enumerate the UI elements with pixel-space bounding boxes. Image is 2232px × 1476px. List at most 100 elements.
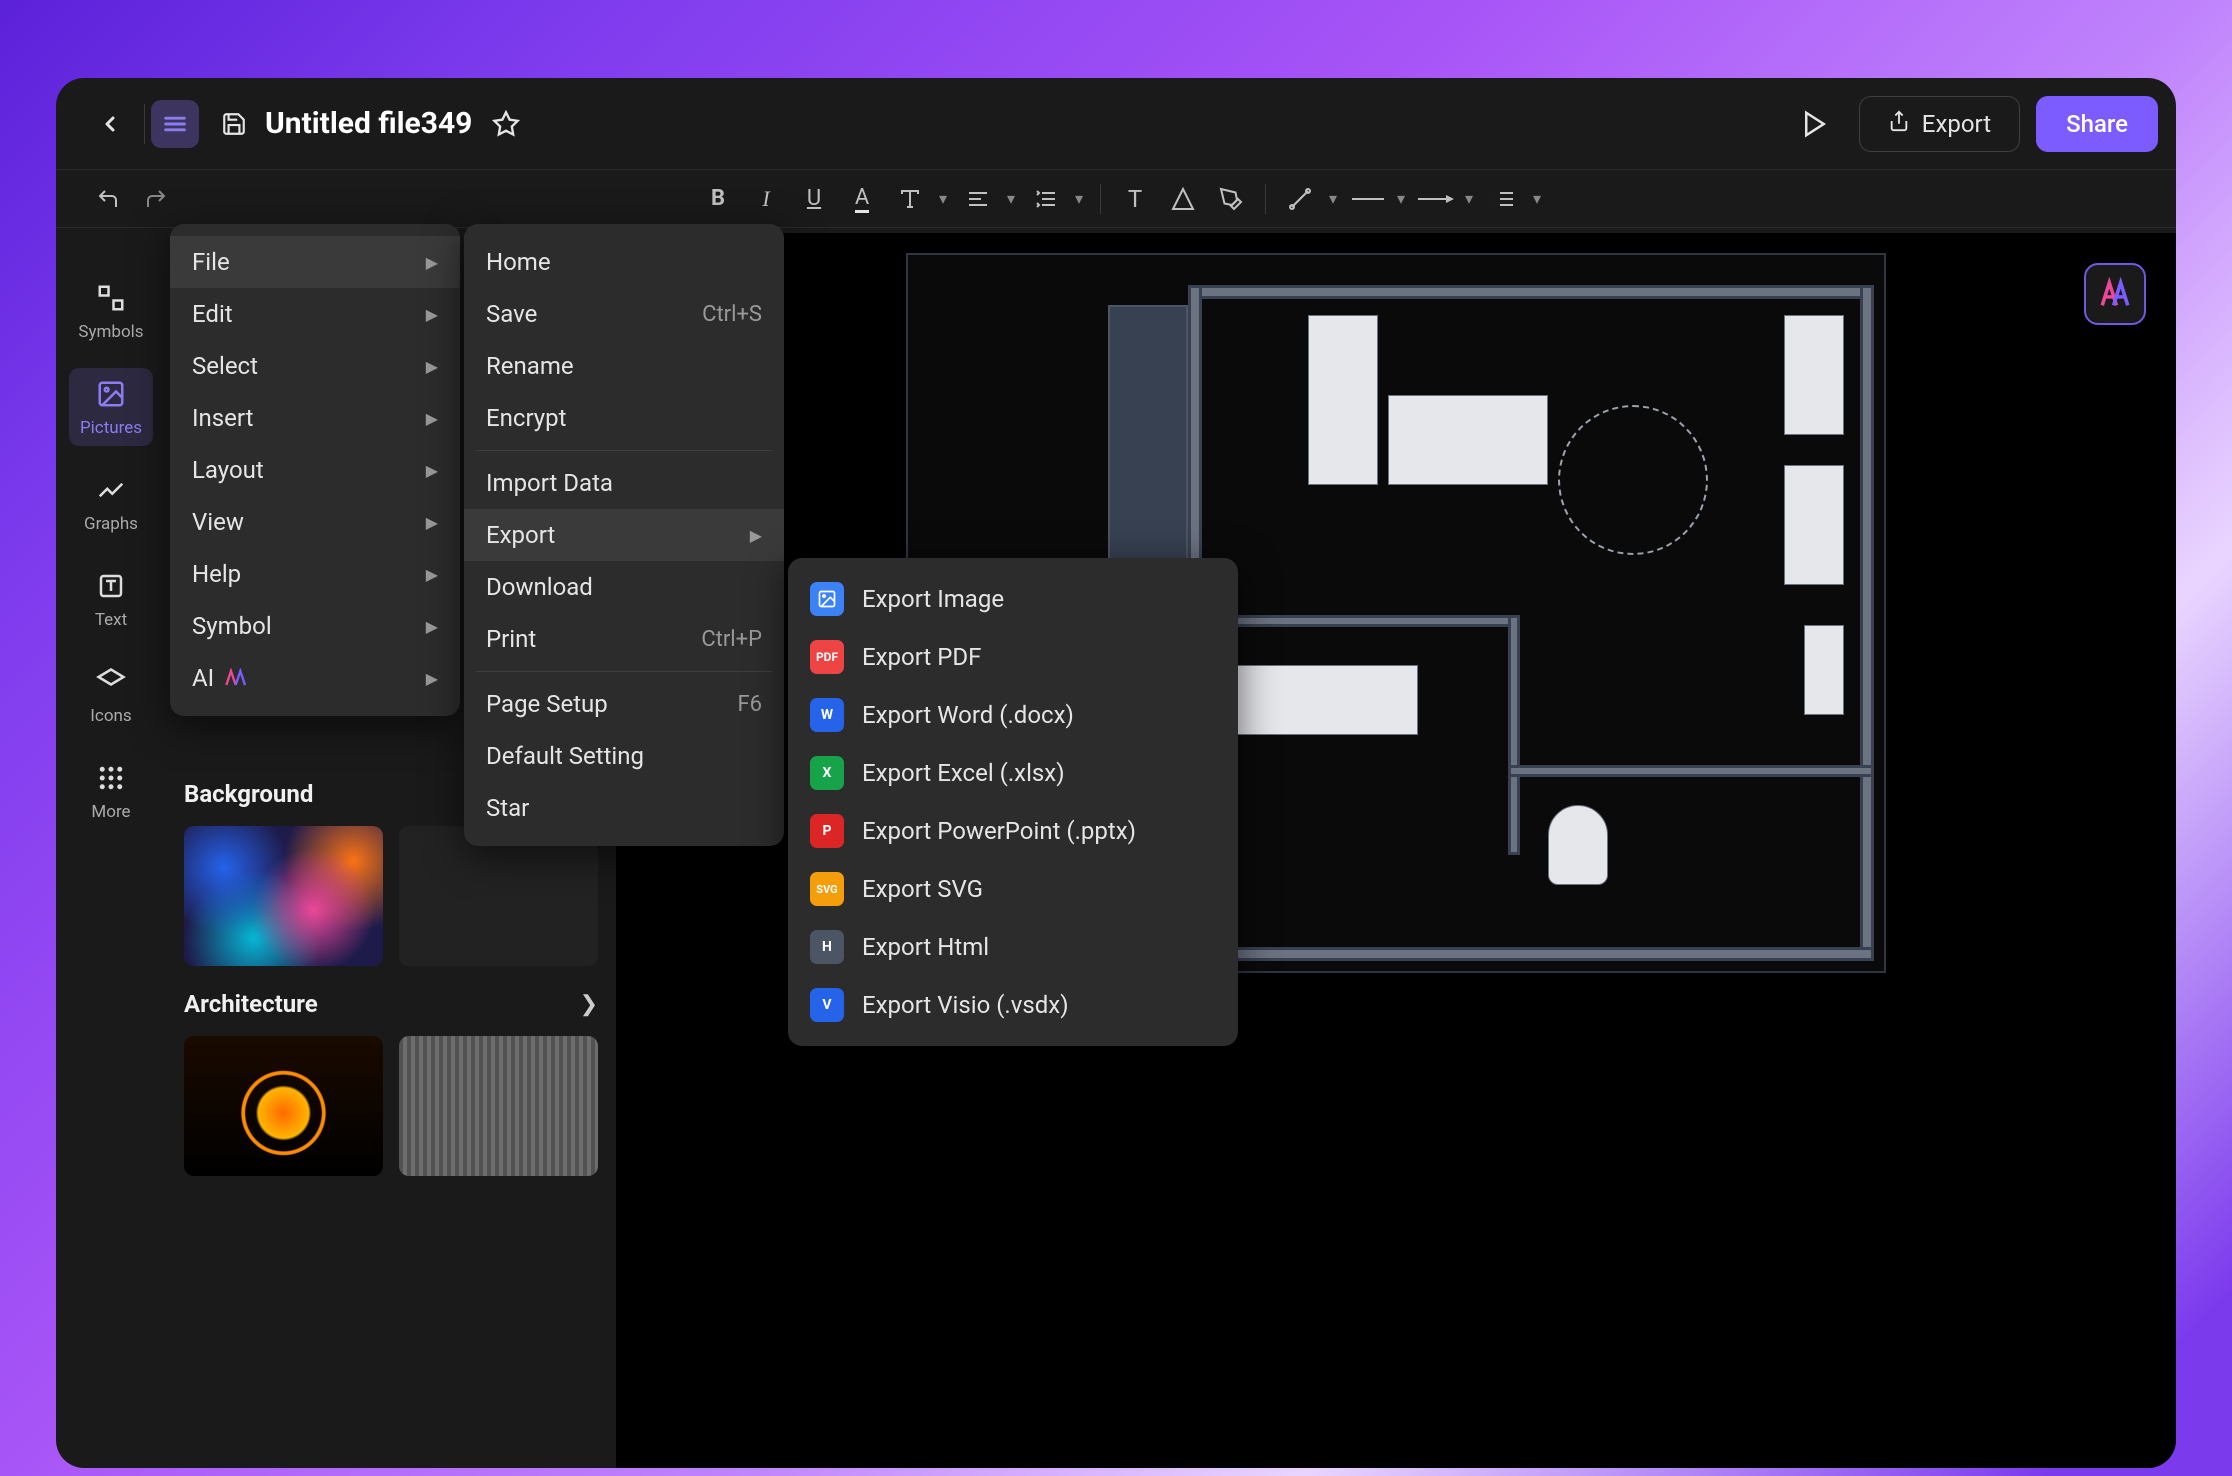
redo-icon[interactable] — [134, 177, 178, 221]
export-image[interactable]: Export Image — [788, 570, 1238, 628]
menu-symbol[interactable]: Symbol▶ — [170, 600, 460, 652]
export-visio[interactable]: VExport Visio (.vsdx) — [788, 976, 1238, 1034]
menu-save[interactable]: SaveCtrl+S — [464, 288, 784, 340]
background-thumb[interactable] — [184, 826, 383, 966]
chevron-right-icon: ▶ — [750, 526, 762, 545]
chevron-down-icon[interactable]: ▾ — [934, 177, 952, 221]
chevron-right-icon: ▶ — [426, 669, 438, 688]
pen-icon[interactable] — [1209, 177, 1253, 221]
highlight-icon[interactable] — [1161, 177, 1205, 221]
chevron-right-icon[interactable]: ❯ — [580, 992, 598, 1017]
main-menu-dropdown: File▶ Edit▶ Select▶ Insert▶ Layout▶ View… — [170, 224, 460, 716]
file-submenu: Home SaveCtrl+S Rename Encrypt Import Da… — [464, 224, 784, 846]
rail-label: Graphs — [84, 514, 138, 534]
text-icon — [93, 568, 129, 604]
more-icon — [93, 760, 129, 796]
export-button[interactable]: Export — [1859, 96, 2020, 152]
menu-edit[interactable]: Edit▶ — [170, 288, 460, 340]
menu-print[interactable]: PrintCtrl+P — [464, 613, 784, 665]
star-icon[interactable] — [486, 104, 526, 144]
text-tool-icon[interactable]: T — [1113, 177, 1157, 221]
menu-default-setting[interactable]: Default Setting — [464, 730, 784, 782]
chevron-right-icon: ▶ — [426, 409, 438, 428]
arrow-style-icon[interactable] — [1414, 177, 1458, 221]
play-button[interactable] — [1791, 100, 1839, 148]
menu-download[interactable]: Download — [464, 561, 784, 613]
ppt-format-icon: P — [810, 814, 844, 848]
pdf-format-icon: PDF — [810, 640, 844, 674]
menu-star[interactable]: Star — [464, 782, 784, 834]
chevron-down-icon[interactable]: ▾ — [1002, 177, 1020, 221]
font-color-icon[interactable]: A — [840, 177, 884, 221]
graphs-icon — [93, 472, 129, 508]
symbols-icon — [93, 280, 129, 316]
menu-encrypt[interactable]: Encrypt — [464, 392, 784, 444]
rail-pictures[interactable]: Pictures — [69, 368, 153, 446]
menu-rename[interactable]: Rename — [464, 340, 784, 392]
visio-format-icon: V — [810, 988, 844, 1022]
menu-ai[interactable]: AI ▶ — [170, 652, 460, 704]
rail-label: More — [91, 802, 130, 822]
export-svg[interactable]: SVGExport SVG — [788, 860, 1238, 918]
divider — [144, 104, 145, 144]
align-left-icon[interactable] — [956, 177, 1000, 221]
chevron-down-icon[interactable]: ▾ — [1460, 177, 1478, 221]
share-button[interactable]: Share — [2036, 96, 2158, 152]
list-icon[interactable] — [1482, 177, 1526, 221]
italic-icon[interactable]: I — [744, 177, 788, 221]
menu-import-data[interactable]: Import Data — [464, 457, 784, 509]
undo-icon[interactable] — [86, 177, 130, 221]
rail-symbols[interactable]: Symbols — [69, 272, 153, 350]
ai-assistant-badge[interactable] — [2084, 263, 2146, 325]
menu-help[interactable]: Help▶ — [170, 548, 460, 600]
excel-format-icon: X — [810, 756, 844, 790]
icons-icon — [93, 664, 129, 700]
export-icon — [1888, 110, 1910, 138]
rail-graphs[interactable]: Graphs — [69, 464, 153, 542]
export-html[interactable]: HExport Html — [788, 918, 1238, 976]
toolbar: B I U A ▾ ▾ ▾ T ▾ ▾ ▾ — [56, 170, 2176, 228]
menu-separator — [476, 671, 772, 672]
menu-view[interactable]: View▶ — [170, 496, 460, 548]
chevron-down-icon[interactable]: ▾ — [1324, 177, 1342, 221]
menu-select[interactable]: Select▶ — [170, 340, 460, 392]
underline-icon[interactable]: U — [792, 177, 836, 221]
export-powerpoint[interactable]: PExport PowerPoint (.pptx) — [788, 802, 1238, 860]
export-submenu: Export Image PDFExport PDF WExport Word … — [788, 558, 1238, 1046]
text-transform-icon[interactable] — [888, 177, 932, 221]
line-spacing-icon[interactable] — [1024, 177, 1068, 221]
rail-label: Symbols — [78, 322, 143, 342]
save-icon[interactable] — [213, 103, 255, 145]
export-excel[interactable]: XExport Excel (.xlsx) — [788, 744, 1238, 802]
chevron-down-icon[interactable]: ▾ — [1528, 177, 1546, 221]
menu-page-setup[interactable]: Page SetupF6 — [464, 678, 784, 730]
chevron-down-icon[interactable]: ▾ — [1392, 177, 1410, 221]
back-button[interactable] — [86, 100, 134, 148]
main-menu-button[interactable] — [151, 100, 199, 148]
architecture-thumb[interactable] — [399, 1036, 598, 1176]
export-pdf[interactable]: PDFExport PDF — [788, 628, 1238, 686]
connector-icon[interactable] — [1278, 177, 1322, 221]
rail-icons[interactable]: Icons — [69, 656, 153, 734]
rail-more[interactable]: More — [69, 752, 153, 830]
floorplan-drawing — [1188, 265, 1874, 961]
menu-layout[interactable]: Layout▶ — [170, 444, 460, 496]
rail-text[interactable]: Text — [69, 560, 153, 638]
chevron-down-icon[interactable]: ▾ — [1070, 177, 1088, 221]
export-word[interactable]: WExport Word (.docx) — [788, 686, 1238, 744]
background-thumb[interactable] — [399, 826, 598, 966]
line-style-icon[interactable] — [1346, 177, 1390, 221]
menu-export[interactable]: Export▶ — [464, 509, 784, 561]
export-label: Export — [1922, 110, 1991, 138]
architecture-thumb[interactable] — [184, 1036, 383, 1176]
menu-home[interactable]: Home — [464, 236, 784, 288]
menu-insert[interactable]: Insert▶ — [170, 392, 460, 444]
bold-icon[interactable]: B — [696, 177, 740, 221]
chevron-right-icon: ▶ — [426, 617, 438, 636]
left-rail: Symbols Pictures Graphs Text Icons More — [56, 232, 166, 1468]
document-title[interactable]: Untitled file349 — [265, 106, 472, 141]
menu-separator — [476, 450, 772, 451]
menu-file[interactable]: File▶ — [170, 236, 460, 288]
svg-format-icon: SVG — [810, 872, 844, 906]
rail-label: Text — [95, 610, 127, 630]
